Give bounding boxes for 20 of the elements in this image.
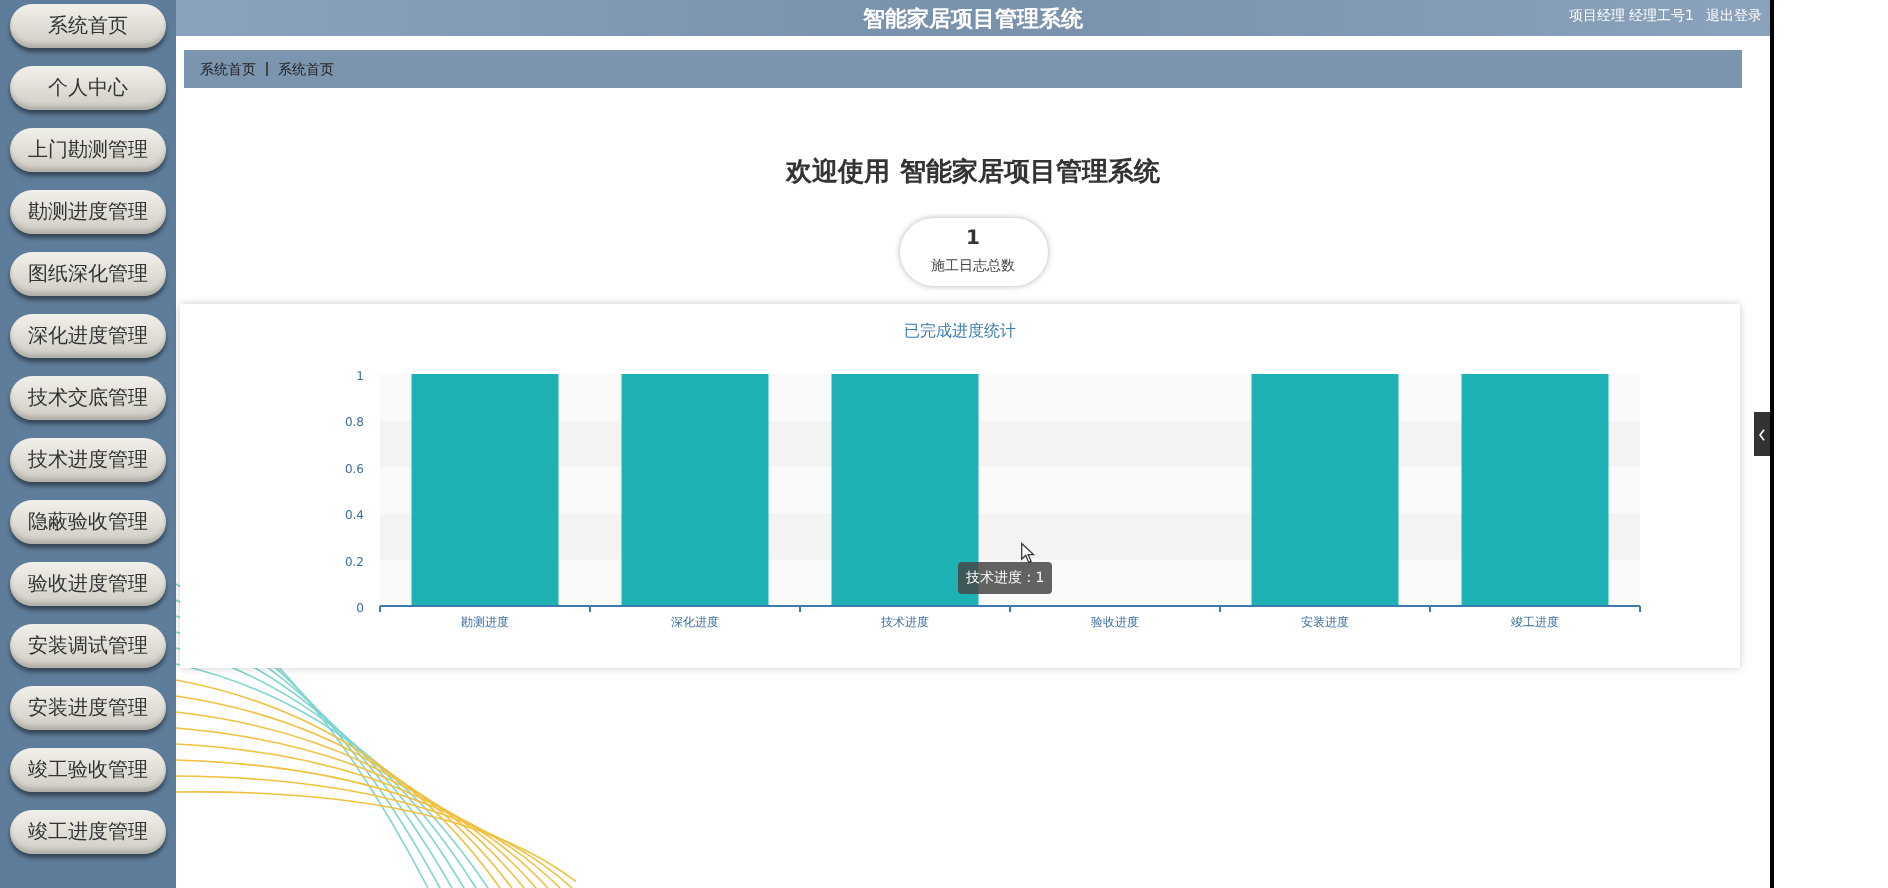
sidebar-item[interactable]: 验收进度管理	[10, 562, 166, 606]
collapse-handle[interactable]	[1754, 412, 1770, 456]
sidebar-item[interactable]: 技术进度管理	[10, 438, 166, 482]
stat-value: 1	[966, 228, 980, 250]
sidebar-item[interactable]: 勘测进度管理	[10, 190, 166, 234]
sidebar-item[interactable]: 图纸深化管理	[10, 252, 166, 296]
sidebar-item[interactable]: 安装进度管理	[10, 686, 166, 730]
sidebar-item[interactable]: 隐蔽验收管理	[10, 500, 166, 544]
sidebar-item[interactable]: 技术交底管理	[10, 376, 166, 420]
sidebar-item[interactable]: 个人中心	[10, 66, 166, 110]
sidebar-item[interactable]: 系统首页	[10, 4, 166, 48]
sidebar-item[interactable]: 安装调试管理	[10, 624, 166, 668]
welcome-heading: 欢迎使用 智能家居项目管理系统	[786, 155, 1160, 190]
chevron-left-icon	[1758, 427, 1766, 441]
sidebar-item[interactable]: 深化进度管理	[10, 314, 166, 358]
sidebar-item[interactable]: 竣工验收管理	[10, 748, 166, 792]
chart-title: 已完成进度统计	[904, 320, 1016, 342]
sidebar-item[interactable]: 竣工进度管理	[10, 810, 166, 854]
sidebar-item[interactable]: 上门勘测管理	[10, 128, 166, 172]
app-title: 智能家居项目管理系统	[863, 3, 1083, 33]
